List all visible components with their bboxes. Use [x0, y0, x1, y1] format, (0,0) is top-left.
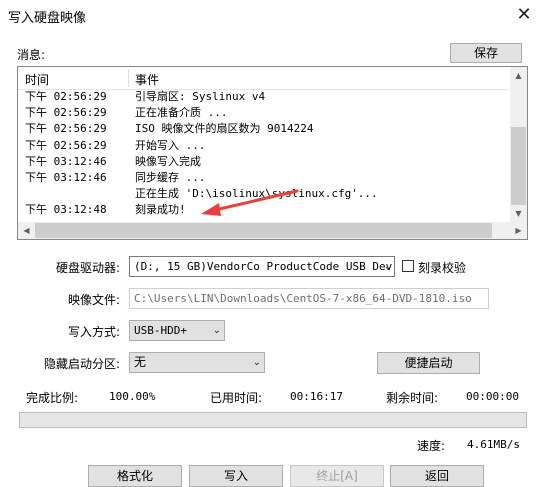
write-method-label: 写入方式:	[68, 325, 121, 339]
log-row-event: ISO 映像文件的扇区数为 9014224	[135, 122, 314, 136]
write-method-select[interactable]: USB-HDD+ ⌄	[129, 320, 225, 341]
log-row[interactable]: 下午 02:56:29 ISO 映像文件的扇区数为 9014224	[18, 121, 508, 137]
chevron-down-icon: ⌄	[252, 357, 261, 368]
scroll-right-icon[interactable]: ▶	[510, 222, 527, 239]
format-button[interactable]: 格式化	[88, 465, 182, 487]
scroll-up-icon[interactable]: ▲	[510, 67, 527, 84]
annotation-arrow	[201, 189, 299, 216]
drive-label: 硬盘驱动器:	[56, 261, 121, 275]
image-file-field[interactable]: C:\Users\LIN\Downloads\CentOS-7-x86_64-D…	[129, 288, 489, 309]
title-bar[interactable]: 写入硬盘映像 ✕	[0, 0, 545, 30]
hidden-partition-label: 隐藏启动分区:	[44, 357, 121, 371]
message-log[interactable]: 时间 事件 下午 02:56:29 引导扇区: Syslinux v4 下午 02:…	[17, 66, 528, 240]
speed-label: 速度:	[417, 439, 446, 453]
speed-value: 4.61MB/s	[467, 438, 520, 451]
back-button[interactable]: 返回	[390, 465, 484, 487]
window-title: 写入硬盘映像	[8, 11, 87, 26]
chevron-down-icon: ⌄	[212, 325, 221, 336]
log-row[interactable]: 下午 03:12:46 同步缓存 ...	[18, 170, 508, 186]
image-file-label: 映像文件:	[68, 293, 121, 307]
log-row-event: 映像写入完成	[135, 154, 201, 168]
elapsed-value: 00:16:17	[290, 390, 343, 403]
write-method-value: USB-HDD+	[134, 324, 187, 337]
chevron-down-icon: ⌄	[384, 261, 391, 272]
vertical-scrollbar[interactable]: ▲ ▼	[510, 67, 527, 222]
log-row-time: 下午 02:56:29	[25, 90, 107, 103]
log-row-time: 下午 02:56:29	[25, 106, 107, 120]
log-row-event: 引导扇区: Syslinux v4	[135, 90, 266, 103]
close-icon[interactable]: ✕	[513, 4, 535, 26]
log-row[interactable]: 下午 02:56:29 开始写入 ...	[18, 138, 508, 154]
scroll-left-icon[interactable]: ◀	[18, 222, 35, 239]
quick-boot-button[interactable]: 便捷启动	[377, 352, 480, 374]
log-row[interactable]: 下午 02:56:29 引导扇区: Syslinux v4	[18, 89, 508, 105]
verify-checkbox[interactable]	[402, 260, 414, 272]
verify-label: 刻录校验	[418, 261, 467, 275]
log-row-time: 下午 02:56:29	[25, 122, 107, 136]
hidden-partition-select[interactable]: 无 ⌄	[129, 352, 265, 373]
log-row-time: 下午 03:12:46	[25, 154, 107, 168]
remaining-value: 00:00:00	[466, 390, 519, 403]
hidden-partition-value: 无	[134, 355, 147, 369]
log-header: 时间 事件	[18, 67, 508, 90]
log-row[interactable]: 下午 02:56:29 正在准备介质 ...	[18, 105, 508, 121]
column-separator[interactable]	[128, 69, 129, 87]
log-row-time: 下午 03:12:46	[25, 170, 107, 184]
horizontal-scrollbar[interactable]: ◀ ▶	[18, 222, 527, 239]
write-button[interactable]: 写入	[189, 465, 283, 487]
column-event[interactable]: 事件	[135, 71, 159, 88]
horizontal-scroll-thumb[interactable]	[35, 223, 492, 238]
messages-label: 消息:	[17, 48, 46, 62]
drive-select[interactable]: (D:, 15 GB)VendorCo ProductCode USB Dev …	[129, 256, 395, 277]
ratio-label: 完成比例:	[26, 391, 79, 405]
ratio-value: 100.00%	[109, 390, 156, 403]
write-disk-image-dialog: 写入硬盘映像 ✕ 消息: 保存 时间 事件 下午 02:56:29 引导扇区: S…	[0, 0, 545, 487]
progress-bar	[19, 412, 527, 428]
column-time[interactable]: 时间	[25, 71, 49, 88]
log-row-event: 刻录成功!	[135, 203, 186, 217]
drive-value: (D:, 15 GB)VendorCo ProductCode USB Dev	[134, 260, 393, 273]
log-row-event: 开始写入 ...	[135, 138, 206, 152]
log-row[interactable]: 下午 03:12:46 映像写入完成	[18, 154, 508, 170]
save-button[interactable]: 保存	[450, 43, 522, 63]
remaining-label: 剩余时间:	[386, 391, 439, 405]
progress-fill	[20, 413, 526, 427]
elapsed-label: 已用时间:	[210, 391, 263, 405]
vertical-scroll-thumb[interactable]	[511, 127, 526, 205]
log-row-time: 下午 03:12:48	[25, 203, 107, 217]
log-row-event: 正在准备介质 ...	[135, 106, 228, 120]
log-row-event: 同步缓存 ...	[135, 170, 206, 184]
scroll-down-icon[interactable]: ▼	[510, 205, 527, 222]
stop-button[interactable]: 终止[A]	[290, 465, 384, 487]
log-row-time: 下午 02:56:29	[25, 138, 107, 152]
